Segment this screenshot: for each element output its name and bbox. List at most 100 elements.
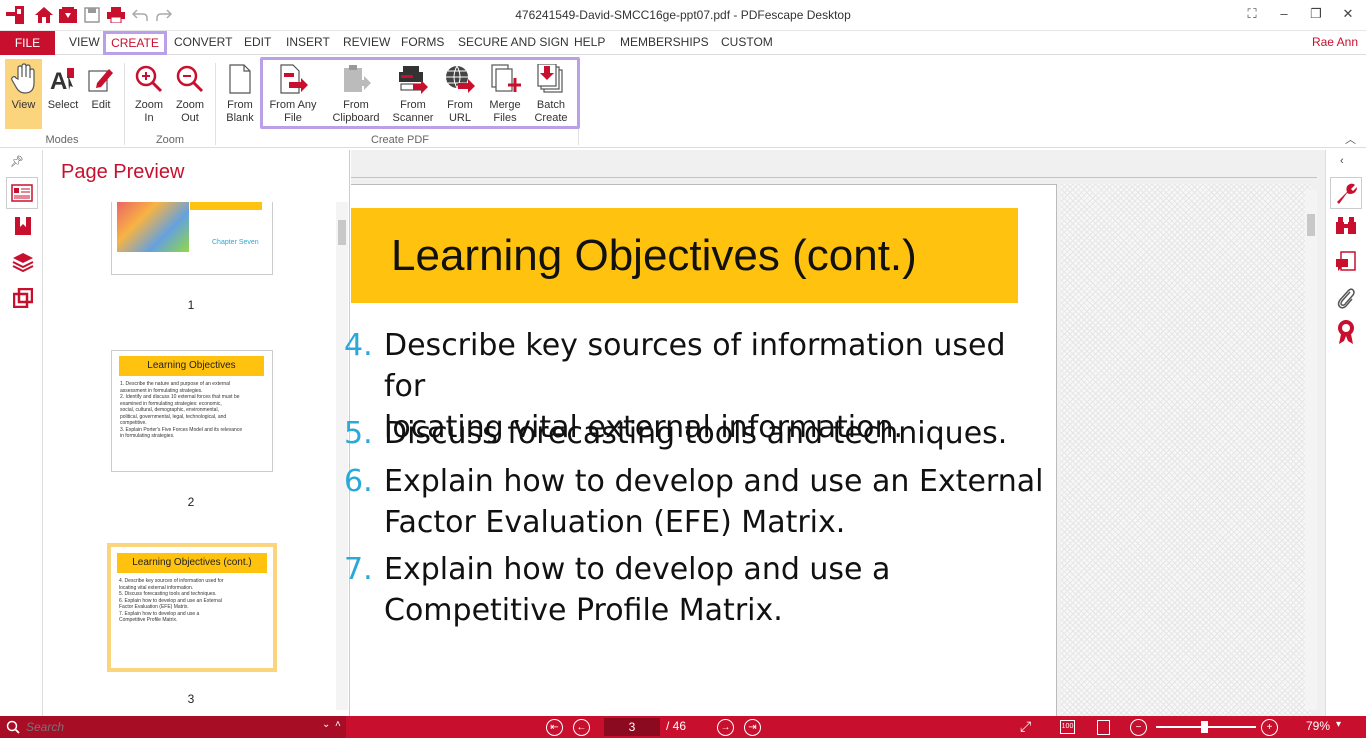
search-collapse-icon[interactable]: ˄ xyxy=(335,719,341,730)
from-blank-label: From xyxy=(227,99,253,111)
next-page-icon[interactable]: → xyxy=(717,719,734,736)
thumb-title: Learning Objectives xyxy=(119,356,264,376)
search-dropdown-icon[interactable]: ⌄ xyxy=(322,719,330,730)
cover-bar xyxy=(190,202,262,210)
create-pdf-group-label: Create PDF xyxy=(370,134,430,146)
thumb-text: 1. Describe the nature and purpose of an… xyxy=(120,381,242,440)
objective-line: Explain how to develop and use a xyxy=(384,552,891,587)
zoom-out-button[interactable]: Zoom Out xyxy=(172,59,208,129)
thumb-text: 4. Describe key sources of information u… xyxy=(119,578,224,624)
search-input[interactable] xyxy=(26,718,316,736)
zoom-in-status-icon[interactable]: + xyxy=(1261,719,1278,736)
slide-title: Learning Objectives (cont.) xyxy=(351,208,1018,303)
menu-custom[interactable]: CUSTOM xyxy=(721,35,773,49)
paperclip-icon[interactable] xyxy=(1334,286,1358,310)
menu-insert[interactable]: INSERT xyxy=(286,35,330,49)
objective-line: Discuss forecasting tools and techniques… xyxy=(384,416,1008,451)
search-icon xyxy=(6,720,20,734)
pin-icon[interactable]: 📌︎ xyxy=(10,155,24,168)
objective-number: 6. xyxy=(344,464,373,499)
fit-page-icon[interactable]: ⤢ xyxy=(1020,718,1031,735)
menu-memberships[interactable]: MEMBERSHIPS xyxy=(620,35,709,49)
cover-subtitle: Chapter Seven xyxy=(212,239,259,246)
menu-file[interactable]: FILE xyxy=(0,31,55,55)
actual-size-icon[interactable]: 100 xyxy=(1060,720,1075,734)
tools-wrench-icon[interactable] xyxy=(1330,177,1362,209)
collapse-ribbon-icon[interactable]: ︿ xyxy=(1345,131,1356,147)
menu-edit[interactable]: EDIT xyxy=(244,35,271,49)
prev-page-icon[interactable]: ← xyxy=(573,719,590,736)
document-canvas: Learning Objectives (cont.) 4. Describe … xyxy=(344,150,1325,716)
select-mode-button[interactable]: A Select xyxy=(45,59,81,129)
blank-page-icon xyxy=(222,59,258,99)
zoom-out-icon xyxy=(172,59,208,99)
zoom-slider-knob[interactable] xyxy=(1200,721,1208,733)
zoom-dropdown-icon[interactable]: ▾ xyxy=(1336,719,1341,730)
attachments-panel-icon[interactable] xyxy=(11,286,35,310)
thumb-line: in formulating strategies. xyxy=(120,433,175,439)
objective-5: 5. Discuss forecasting tools and techniq… xyxy=(344,413,1008,454)
menu-view[interactable]: VIEW xyxy=(69,35,100,49)
view-label: View xyxy=(11,99,36,111)
thumb-line: 2. Identify and discuss 10 external forc… xyxy=(120,394,240,400)
thumb-line: 4. Describe key sources of information u… xyxy=(119,578,224,584)
thumb-line: 1. Describe the nature and purpose of an… xyxy=(120,381,231,387)
total-pages: / 46 xyxy=(666,719,687,733)
close-button[interactable]: ✕ xyxy=(1338,6,1358,22)
status-bar: ⌄ ˄ ⇤ ← 3 / 46 → ⇥ ⤢ 100 − + 79% ▾ xyxy=(0,716,1366,738)
menu-forms[interactable]: FORMS xyxy=(401,35,444,49)
comment-page-icon[interactable] xyxy=(1334,250,1358,274)
last-page-icon[interactable]: ⇥ xyxy=(744,719,761,736)
restore-button[interactable]: ❐ xyxy=(1306,6,1326,22)
zoom-in-button[interactable]: Zoom In xyxy=(131,59,167,129)
ribbon: View A Select Edit Modes Zoom In Zoom Ou… xyxy=(0,55,1366,148)
preview-scrollbar[interactable] xyxy=(336,202,348,710)
first-page-icon[interactable]: ⇤ xyxy=(546,719,563,736)
zoom-in-icon xyxy=(131,59,167,99)
binoculars-icon[interactable] xyxy=(1334,214,1358,238)
zoom-slider[interactable] xyxy=(1156,721,1256,733)
user-name[interactable]: Rae Ann xyxy=(1312,35,1358,49)
objective-number: 5. xyxy=(344,416,373,451)
certificate-icon[interactable] xyxy=(1334,320,1358,344)
objective-line: Describe key sources of information used… xyxy=(384,328,1006,404)
canvas-divider xyxy=(351,177,1317,178)
objective-line: Competitive Profile Matrix. xyxy=(384,593,783,628)
thumb-line: 5. Discuss forecasting tools and techniq… xyxy=(119,591,217,597)
zoom-out-label-2: Out xyxy=(181,112,199,124)
zoom-out-status-icon[interactable]: − xyxy=(1130,719,1147,736)
bookmark-icon[interactable] xyxy=(11,214,35,238)
scrollbar-thumb[interactable] xyxy=(338,220,346,245)
page-preview-panel: Page Preview Chapter Seven 1 Learning Ob… xyxy=(43,150,350,716)
fullscreen-icon[interactable]: ⛶ xyxy=(1242,6,1262,22)
page-number-1: 1 xyxy=(187,298,195,312)
from-blank-button[interactable]: From Blank xyxy=(222,59,258,129)
page-thumbnail-1[interactable]: Chapter Seven xyxy=(111,202,273,275)
hand-icon xyxy=(5,59,42,99)
menu-secure-and-sign[interactable]: SECURE AND SIGN xyxy=(458,35,569,49)
menu-help[interactable]: HELP xyxy=(574,35,605,49)
page-layout-icon[interactable] xyxy=(1097,720,1110,735)
page-thumbnail-2[interactable]: Learning Objectives 1. Describe the natu… xyxy=(111,350,273,472)
edit-label: Edit xyxy=(91,99,111,111)
menu-review[interactable]: REVIEW xyxy=(343,35,390,49)
zoom-group-label: Zoom xyxy=(155,134,185,146)
collapse-right-icon[interactable]: ‹ xyxy=(1340,155,1344,167)
right-toolbar: ‹ xyxy=(1325,150,1366,716)
edit-mode-button[interactable]: Edit xyxy=(84,59,118,129)
cover-image xyxy=(117,202,189,252)
view-mode-button[interactable]: View xyxy=(5,59,42,129)
objective-7: 7. Explain how to develop and use a Comp… xyxy=(344,549,891,631)
page-thumbnail-3-selected[interactable]: Learning Objectives (cont.) 4. Describe … xyxy=(107,543,277,672)
page-preview-icon[interactable] xyxy=(6,177,38,209)
scrollbar-thumb[interactable] xyxy=(1307,214,1315,236)
minimize-button[interactable]: – xyxy=(1274,6,1294,22)
layers-icon[interactable] xyxy=(11,250,35,274)
thumb-title: Learning Objectives (cont.) xyxy=(117,553,267,573)
objective-number: 4. xyxy=(344,328,373,363)
document-scrollbar[interactable] xyxy=(1305,190,1317,710)
menu-convert[interactable]: CONVERT xyxy=(174,35,232,49)
thumb-line: Competitive Profile Matrix. xyxy=(119,617,178,623)
page-number-input[interactable]: 3 xyxy=(604,718,660,736)
menu-create[interactable]: CREATE xyxy=(103,31,167,55)
